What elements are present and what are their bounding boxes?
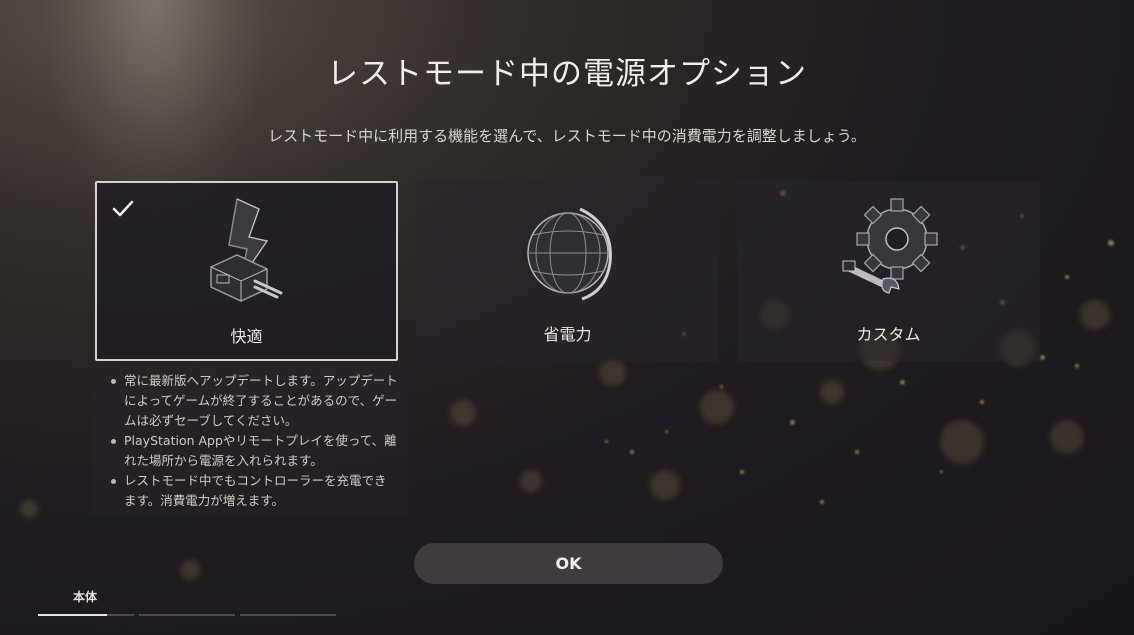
page-title: レストモード中の電源オプション <box>327 56 807 92</box>
ok-button[interactable]: OK <box>414 543 723 584</box>
progress-step <box>240 614 336 616</box>
option-label-comfort: 快適 <box>230 327 263 346</box>
list-item: レストモード中でもコントローラーを充電できます。消費電力が増えます。 <box>111 471 398 511</box>
list-item: 常に最新版へアップデートします。アップデートによってゲームが終了することがあるの… <box>111 371 398 431</box>
globe-icon <box>526 207 612 301</box>
option-card-comfort[interactable]: 快適 <box>95 181 398 361</box>
option-label-power-saver: 省電力 <box>543 325 592 344</box>
description-list: 常に最新版へアップデートします。アップデートによってゲームが終了することがあるの… <box>102 371 398 511</box>
progress-step <box>139 614 235 616</box>
checkmark-icon <box>112 200 134 217</box>
progress-step-label: 本体 <box>73 590 98 604</box>
option-card-custom[interactable]: カスタム <box>737 181 1040 361</box>
page-subtitle: レストモード中に利用する機能を選んで、レストモード中の消費電力を調整しましょう。 <box>268 127 866 145</box>
gear-wrench-icon <box>842 198 938 294</box>
power-adapter-lightning-icon <box>209 197 282 302</box>
option-description-panel: 常に最新版へアップデートします。アップデートによってゲームが終了することがあるの… <box>92 361 408 515</box>
list-item: PlayStation Appやリモートプレイを使って、離れた場所から電源を入れ… <box>111 431 398 471</box>
option-label-custom: カスタム <box>856 325 921 344</box>
progress-step-fill <box>38 614 108 616</box>
option-card-power-saver[interactable]: 省電力 <box>416 181 719 361</box>
setup-progress-bar <box>38 614 336 616</box>
progress-step <box>38 614 134 616</box>
